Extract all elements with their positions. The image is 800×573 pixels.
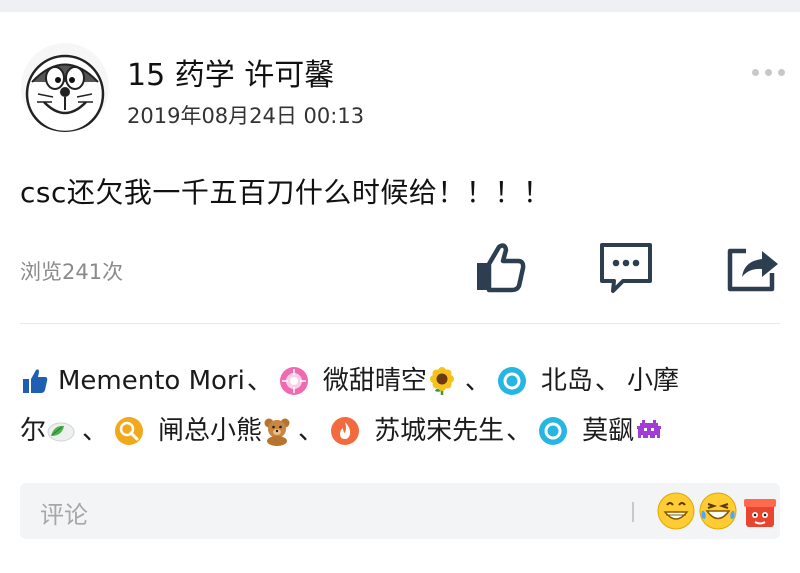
comment-button[interactable] bbox=[596, 237, 656, 297]
liker-name-part[interactable]: 尔 bbox=[20, 406, 46, 456]
likers-row-2: 尔 、 闸总小熊 、 苏城宋先生 、 莫飖 bbox=[20, 406, 780, 456]
bear-emoji-icon[interactable] bbox=[114, 416, 144, 446]
post-timestamp: 2019年08月24日 00:13 bbox=[127, 104, 365, 128]
comment-input[interactable]: 评论 bbox=[40, 495, 88, 530]
liker-name[interactable]: 微甜晴空 bbox=[323, 356, 427, 406]
more-icon[interactable] bbox=[752, 62, 790, 82]
separator: 、 bbox=[594, 366, 621, 396]
thumbs-up-icon bbox=[20, 366, 50, 396]
sunflower-emoji-icon bbox=[427, 366, 457, 396]
post-content: csc还欠我一千五百刀什么时候给！！！！ bbox=[20, 176, 552, 209]
flower-avatar-icon[interactable] bbox=[279, 366, 309, 396]
leaf-emoji-icon bbox=[46, 416, 76, 446]
likers-list: Memento Mori 、 微甜晴空 、 北岛 、 小摩 尔 、 闸总小熊 、 bbox=[20, 356, 780, 456]
bear-emoji-icon bbox=[262, 416, 292, 446]
comment-icon bbox=[600, 243, 652, 293]
divider bbox=[20, 323, 780, 324]
avatar[interactable] bbox=[20, 42, 110, 132]
separator: 、 bbox=[506, 416, 533, 446]
laugh-cry-emoji-icon[interactable] bbox=[698, 491, 738, 531]
liker-name[interactable]: Memento Mori bbox=[58, 356, 245, 406]
flame-avatar-icon[interactable] bbox=[330, 416, 360, 446]
separator: 、 bbox=[246, 366, 273, 396]
top-strip bbox=[0, 0, 800, 12]
share-button[interactable] bbox=[722, 237, 782, 297]
ring-avatar-icon[interactable] bbox=[538, 416, 568, 446]
author-name[interactable]: 15 药学 许可馨 bbox=[127, 50, 334, 94]
separator: 、 bbox=[464, 366, 491, 396]
likers-row-1: Memento Mori 、 微甜晴空 、 北岛 、 小摩 bbox=[20, 356, 780, 406]
comment-bar-divider bbox=[632, 502, 634, 522]
comment-bar: 评论 bbox=[20, 483, 780, 539]
liker-name-part[interactable]: 小摩 bbox=[627, 356, 679, 406]
quick-emoji-group bbox=[656, 491, 780, 531]
separator: 、 bbox=[298, 416, 325, 446]
separator: 、 bbox=[82, 416, 109, 446]
liker-name[interactable]: 闸总小熊 bbox=[158, 406, 262, 456]
liker-name[interactable]: 苏城宋先生 bbox=[374, 406, 504, 456]
space-invader-emoji-icon bbox=[634, 416, 664, 446]
grin-emoji-icon[interactable] bbox=[656, 491, 696, 531]
liker-name[interactable]: 北岛 bbox=[541, 356, 593, 406]
like-button[interactable] bbox=[470, 237, 530, 297]
view-count: 浏览241次 bbox=[20, 260, 124, 284]
box-emoji-icon[interactable] bbox=[740, 491, 780, 531]
liker-name[interactable]: 莫飖 bbox=[582, 406, 634, 456]
thumbs-up-icon bbox=[477, 243, 526, 293]
ring-avatar-icon[interactable] bbox=[497, 366, 527, 396]
share-icon bbox=[727, 248, 778, 292]
